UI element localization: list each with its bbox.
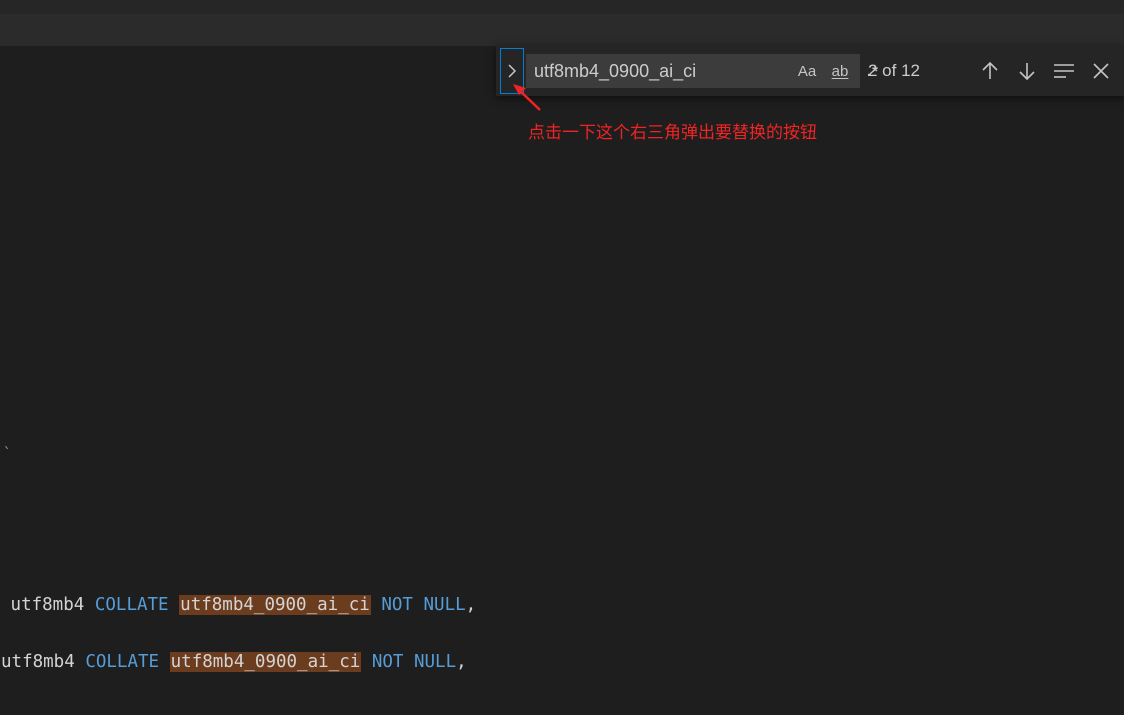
- null-keyword: NULL: [413, 652, 457, 672]
- find-input-box: Aa ab .*: [526, 54, 878, 88]
- collate-keyword: COLLATE: [85, 652, 160, 672]
- code-line-2[interactable]: utf8mb4 COLLATE utf8mb4_0900_ai_ci NOT N…: [1, 650, 467, 674]
- title-bar-region: [0, 0, 1124, 14]
- charset-token: utf8mb4: [0, 595, 85, 615]
- arrow-up-icon: [982, 61, 998, 79]
- code-line-1[interactable]: utf8mb4 COLLATE utf8mb4_0900_ai_ci NOT N…: [0, 593, 476, 617]
- match-whole-word-toggle[interactable]: ab: [824, 59, 856, 83]
- find-widget: Aa ab .* 2 of 12: [496, 46, 1124, 96]
- close-find-button[interactable]: [1087, 57, 1115, 85]
- toggle-replace-button[interactable]: [500, 48, 524, 94]
- close-icon: [1093, 63, 1109, 79]
- whole-word-icon: ab: [831, 62, 849, 80]
- chevron-right-icon: [508, 64, 517, 78]
- vscode-window: ` utf8mb4 COLLATE utf8mb4_0900_ai_ci NOT…: [0, 0, 1124, 715]
- charset-token: utf8mb4: [1, 652, 75, 672]
- find-match-highlight: utf8mb4_0900_ai_ci: [179, 595, 371, 615]
- match-case-toggle[interactable]: Aa: [794, 59, 820, 83]
- annotation-text: 点击一下这个右三角弹出要替换的按钮: [528, 123, 817, 143]
- find-in-selection-icon: [1054, 64, 1074, 78]
- match-count: 2 of 12: [868, 61, 920, 80]
- comma-token: ,: [456, 652, 467, 672]
- find-input[interactable]: [526, 54, 756, 88]
- find-in-selection-toggle[interactable]: [1050, 57, 1078, 85]
- comma-token: ,: [465, 595, 477, 615]
- collate-keyword: COLLATE: [94, 595, 169, 615]
- find-match-highlight: utf8mb4_0900_ai_ci: [169, 652, 362, 672]
- null-keyword: NULL: [423, 595, 466, 615]
- match-case-icon: Aa: [797, 62, 817, 80]
- not-keyword: NOT: [371, 652, 404, 672]
- stray-backtick: `: [3, 446, 12, 462]
- previous-match-button[interactable]: [976, 57, 1004, 85]
- editor-tab-strip: [0, 0, 1124, 46]
- arrow-down-icon: [1019, 63, 1035, 81]
- not-keyword: NOT: [381, 595, 413, 615]
- next-match-button[interactable]: [1013, 57, 1041, 85]
